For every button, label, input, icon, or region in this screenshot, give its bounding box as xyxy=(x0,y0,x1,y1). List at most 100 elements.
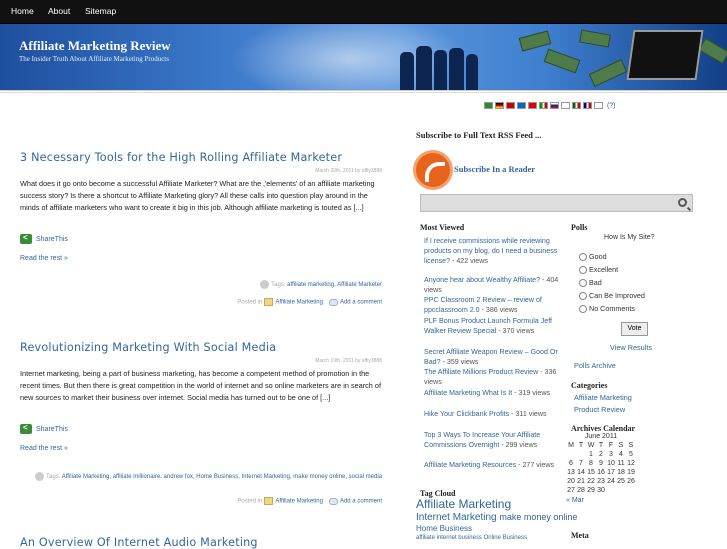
top-navigation: Home About Sitemap xyxy=(0,0,727,24)
calendar-day: 3 xyxy=(609,451,613,458)
businessman-silhouette-icon xyxy=(449,48,464,90)
tag-links[interactable]: Affiliate Marketing, affiliate millionai… xyxy=(62,474,382,480)
calendar-day: 13 xyxy=(567,469,575,476)
translate-help-link[interactable]: (?) xyxy=(607,102,616,109)
main-content: 3 Necessary Tools for the High Rolling A… xyxy=(0,93,400,549)
radio-button[interactable] xyxy=(579,292,587,301)
most-viewed-item: If I receive commissions while reviewing… xyxy=(424,237,558,265)
archives-heading: Archives Calendar xyxy=(571,424,636,433)
calendar-day: 7 xyxy=(579,460,583,467)
flag-icon[interactable] xyxy=(594,102,603,109)
post-meta: March 20th, 2011 by affiy3888 xyxy=(315,168,382,174)
archives-calendar: June 2011 M T W T F S S 1 2 3 4 5 6 7 8 … xyxy=(566,433,636,504)
radio-button[interactable] xyxy=(579,279,587,288)
calendar-day: 22 xyxy=(587,478,595,485)
businessman-silhouette-icon xyxy=(400,52,414,90)
polls-archive-link[interactable]: Polls Archive xyxy=(574,361,616,370)
post-tags: Tags: Affiliate Marketing, affiliate mil… xyxy=(32,472,382,481)
add-comment-link[interactable]: Add a comment xyxy=(340,499,382,505)
calendar-day xyxy=(616,486,626,495)
businessman-silhouette-icon xyxy=(434,50,447,90)
most-viewed-item: Hike Your Clickbank Profits - 311 views xyxy=(424,410,547,418)
calendar-day-header: M xyxy=(568,442,574,449)
polls-heading: Polls xyxy=(571,223,588,232)
tag-icon xyxy=(35,472,45,481)
calendar-day: 23 xyxy=(597,478,605,485)
category-link[interactable]: Affiliate Marketing xyxy=(275,300,323,306)
category-link[interactable]: Affiliate Marketing xyxy=(275,499,323,505)
rss-feed-icon[interactable] xyxy=(416,153,450,187)
flag-icon[interactable] xyxy=(495,102,504,109)
flag-icon[interactable] xyxy=(484,102,493,109)
poll-option[interactable]: Bad xyxy=(579,278,602,288)
flag-icon[interactable] xyxy=(539,102,548,109)
calendar-grid: M T W T F S S 1 2 3 4 5 6 7 8 9 10 11 12… xyxy=(566,441,636,495)
calendar-day xyxy=(606,486,616,495)
subscribe-reader-link[interactable]: Subscribe In a Reader xyxy=(454,164,535,174)
calendar-day-header: T xyxy=(598,442,604,449)
site-tagline: The Insider Truth About Affiliate Market… xyxy=(19,55,169,63)
calendar-day: 26 xyxy=(627,478,635,485)
share-this-button[interactable]: ShareThis xyxy=(20,423,68,434)
flag-icon[interactable] xyxy=(572,102,581,109)
search-input[interactable] xyxy=(420,194,693,212)
tag-cloud-link: affiliate internet business Online Busin… xyxy=(416,535,527,541)
radio-button[interactable] xyxy=(579,266,587,275)
nav-home-link[interactable]: Home xyxy=(11,6,34,16)
vote-button[interactable]: Vote xyxy=(621,322,648,336)
share-label: ShareThis xyxy=(36,235,68,243)
flag-icon[interactable] xyxy=(506,102,515,109)
search-icon[interactable] xyxy=(678,198,687,207)
calendar-day-header: W xyxy=(587,442,595,449)
category-link[interactable]: Product Review xyxy=(574,405,625,414)
laptop-icon xyxy=(626,30,704,80)
calendar-day: 25 xyxy=(617,478,625,485)
poll-option[interactable]: No Comments xyxy=(579,304,635,314)
most-viewed-heading: Most Viewed xyxy=(420,223,465,232)
poll-question: How Is My Site? xyxy=(604,234,655,241)
money-icon xyxy=(698,37,727,65)
radio-button[interactable] xyxy=(579,305,587,314)
calendar-day: 27 xyxy=(567,487,575,494)
poll-option[interactable]: Good xyxy=(579,252,607,262)
tag-cloud-link[interactable]: Affiliate Marketing xyxy=(416,498,556,510)
poll-option[interactable]: Can Be Improved xyxy=(579,291,645,301)
share-this-button[interactable]: ShareThis xyxy=(20,233,68,244)
calendar-day: 30 xyxy=(597,487,605,494)
calendar-day: 16 xyxy=(597,469,605,476)
most-viewed-item: PLF Bonus Product Launch Formula Jeff Wa… xyxy=(424,317,553,335)
read-more-link[interactable]: Read the rest » xyxy=(20,255,68,262)
calendar-day-header: T xyxy=(578,442,584,449)
post-title-link[interactable]: 3 Necessary Tools for the High Rolling A… xyxy=(20,151,342,164)
calendar-prev-link[interactable]: « Mar xyxy=(566,497,636,504)
read-more-link[interactable]: Read the rest » xyxy=(20,445,68,452)
nav-about-link[interactable]: About xyxy=(48,6,70,16)
calendar-day: 14 xyxy=(577,469,585,476)
calendar-day: 21 xyxy=(577,478,585,485)
view-results-link[interactable]: View Results xyxy=(610,343,652,352)
most-viewed-item: PPC Classroom 2 Review – review of ppccl… xyxy=(424,296,542,314)
flag-icon[interactable] xyxy=(517,102,526,109)
post-footer: Posted in Affiliate Marketing Add a commen… xyxy=(237,298,382,306)
money-icon xyxy=(579,29,611,48)
site-title[interactable]: Affiliate Marketing Review xyxy=(19,38,171,54)
category-link[interactable]: Affiliate Marketing xyxy=(574,393,632,402)
most-viewed-item: Top 3 Ways To Increase Your Affiliate Co… xyxy=(424,431,541,449)
flag-icon[interactable] xyxy=(583,102,592,109)
add-comment-link[interactable]: Add a comment xyxy=(340,300,382,306)
flag-icon[interactable] xyxy=(561,102,570,109)
post-title-link[interactable]: An Overview Of Internet Audio Marketing xyxy=(20,536,258,549)
tag-links[interactable]: affiliate marketing, Affiliate Marketer xyxy=(287,282,382,288)
calendar-day: 29 xyxy=(587,487,595,494)
nav-sitemap-link[interactable]: Sitemap xyxy=(85,6,116,16)
flag-icon[interactable] xyxy=(528,102,537,109)
calendar-day-header: F xyxy=(608,442,614,449)
businessman-silhouette-icon xyxy=(466,54,478,90)
poll-option[interactable]: Excellent xyxy=(579,265,618,275)
translation-flags: (?) xyxy=(484,102,616,109)
most-viewed-item: Affiliate Marketing Resources - 277 view… xyxy=(424,461,555,469)
radio-button[interactable] xyxy=(579,253,587,262)
post-title-link[interactable]: Revolutionizing Marketing With Social Me… xyxy=(20,341,276,354)
flag-icon[interactable] xyxy=(550,102,559,109)
calendar-day-header: S xyxy=(628,442,634,449)
